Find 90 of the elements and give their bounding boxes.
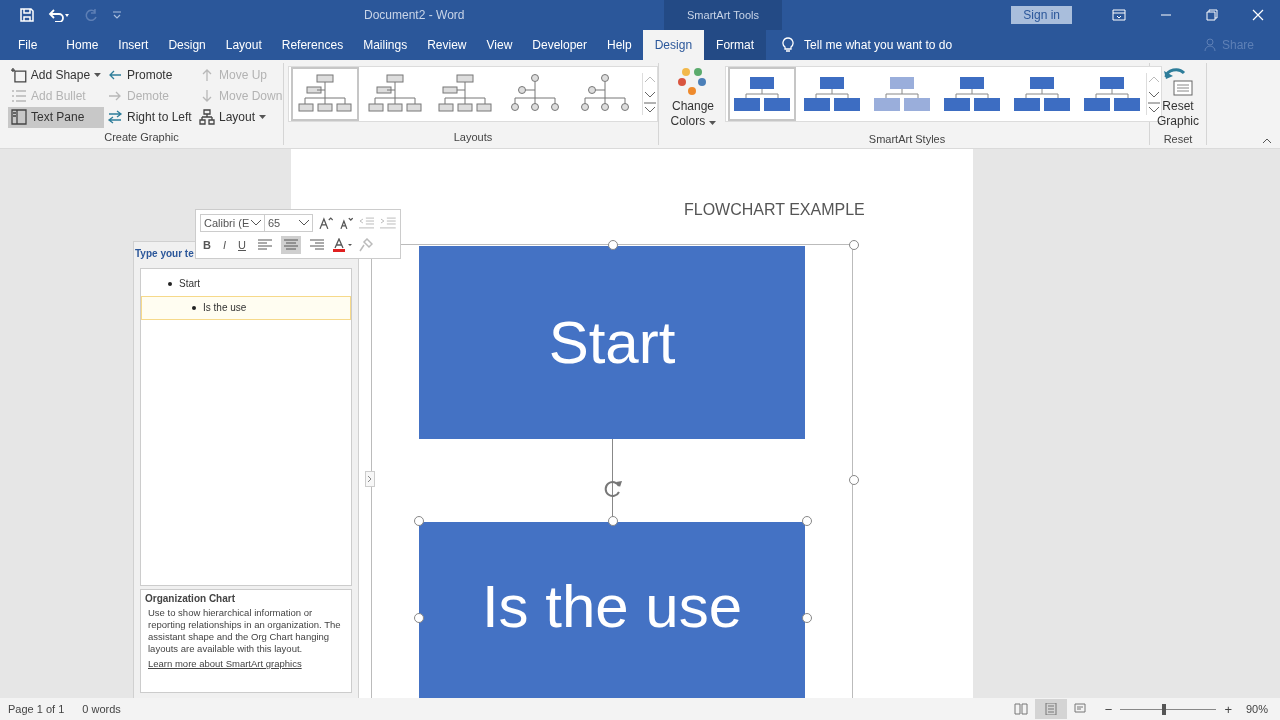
flowchart-shape[interactable]: Start	[419, 245, 805, 439]
ribbon-tab[interactable]: File	[0, 29, 56, 60]
tell-me-field[interactable]: Tell me what you want to do	[804, 37, 953, 52]
ribbon-tab[interactable]: Layout	[216, 29, 271, 60]
ribbon-tab[interactable]: Design	[642, 29, 705, 60]
list-icon	[11, 88, 27, 105]
resize-handle[interactable]	[608, 515, 618, 526]
caret-icon	[259, 115, 267, 120]
resize-handle[interactable]	[802, 515, 812, 526]
font-color-icon[interactable]	[332, 237, 353, 252]
resize-handle[interactable]	[849, 239, 859, 250]
sign-in-button[interactable]: Sign in	[1011, 5, 1072, 24]
page-icon	[1043, 703, 1058, 715]
grow-font-icon[interactable]	[319, 215, 333, 230]
resize-handle[interactable]	[414, 515, 424, 526]
web-page-icon	[1073, 703, 1088, 715]
ribbon-tab[interactable]: Format	[704, 29, 767, 60]
ribbon-tab[interactable]: References	[272, 29, 353, 60]
change-colors-button[interactable]: Change Colors	[665, 62, 721, 133]
ribbon-tab[interactable]: Home	[57, 29, 108, 60]
reset-graphic-button[interactable]: Reset Graphic	[1150, 62, 1206, 133]
more-icon[interactable]	[1147, 100, 1161, 115]
ribbon-display-icon[interactable]	[1112, 8, 1126, 21]
ribbon-button[interactable]: Layout	[196, 106, 286, 128]
resize-handle[interactable]	[414, 612, 424, 623]
resize-handle[interactable]	[608, 239, 618, 250]
zoom-level[interactable]: 90%	[1245, 703, 1280, 715]
flowchart-shape[interactable]: Is the use	[419, 521, 805, 699]
header-text: FLOWCHART EXAMPLE	[684, 200, 865, 219]
pane-icon	[11, 109, 27, 126]
ribbon-button[interactable]: Promote	[104, 64, 196, 86]
ribbon-tab[interactable]: Mailings	[354, 29, 417, 60]
align-button[interactable]	[280, 235, 301, 254]
window-title: Document2 - Word	[364, 7, 466, 22]
underline-button[interactable]: U	[235, 238, 249, 251]
font-field[interactable]: Calibri (E	[200, 213, 265, 232]
resize-handle[interactable]	[849, 474, 859, 485]
style-thumbnail[interactable]	[728, 66, 796, 121]
text-pane-editor[interactable]: Start Is the use	[140, 267, 352, 586]
person-icon	[1203, 37, 1218, 52]
color-dots-icon	[677, 66, 709, 97]
info-description: Use to show hierarchical information or reporting relationships in an organization. The assistant shape and the Org Chart hanging layouts are available with this layout.	[147, 606, 342, 655]
undo-icon[interactable]	[48, 7, 70, 22]
bullet-item[interactable]: Is the use	[141, 295, 351, 320]
page-count[interactable]: Page 1 of 1	[8, 703, 65, 715]
more-icon[interactable]	[643, 100, 657, 115]
group-label: Reset	[1163, 132, 1193, 147]
close-icon[interactable]	[1252, 8, 1264, 21]
book-icon	[1013, 703, 1028, 715]
zoom-in-button[interactable]: +	[1224, 701, 1232, 717]
ribbon-tab[interactable]: Design	[159, 29, 215, 60]
lightbulb-icon	[782, 36, 795, 53]
pane-title: Type your te	[135, 247, 195, 261]
expand-pane-icon[interactable]	[365, 470, 375, 487]
hierarchy-icon	[199, 109, 215, 126]
info-title: Organization Chart	[145, 592, 236, 604]
restore-icon[interactable]	[1206, 8, 1218, 21]
learn-more-link[interactable]: Learn more about SmartArt graphics	[145, 657, 347, 669]
shape-plus-icon	[11, 67, 27, 84]
zoom-out-button[interactable]: −	[1104, 701, 1113, 717]
caret-icon	[708, 120, 716, 125]
bold-button[interactable]: B	[200, 238, 214, 251]
layout-thumbnail[interactable]	[291, 66, 359, 121]
ribbon-button[interactable]: Add Shape	[8, 64, 104, 86]
group-label: SmartArt Styles	[867, 132, 947, 147]
font-size-field[interactable]: 65	[263, 213, 314, 232]
bullet-item[interactable]: Start	[141, 271, 351, 296]
save-icon[interactable]	[20, 7, 34, 22]
group-label: Layouts	[452, 130, 494, 145]
reset-icon	[1162, 66, 1194, 97]
ribbon-tab[interactable]: Review	[418, 29, 476, 60]
swap-arrows-icon	[107, 109, 123, 126]
ribbon-tab[interactable]: Help	[598, 29, 641, 60]
customize-icon[interactable]	[112, 9, 122, 20]
ribbon-tab[interactable]: Developer	[523, 29, 596, 60]
ribbon-tab[interactable]: View	[477, 29, 522, 60]
ribbon-tab[interactable]: Insert	[109, 29, 158, 60]
chevron-icon	[249, 218, 262, 227]
collapse-ribbon-icon[interactable]	[1262, 137, 1272, 144]
ribbon-button[interactable]: Text Pane	[8, 106, 104, 128]
group-label: Create Graphic	[103, 130, 180, 145]
resize-handle[interactable]	[802, 612, 812, 623]
italic-button[interactable]: I	[219, 238, 229, 251]
word-count[interactable]: 0 words	[82, 703, 121, 715]
ribbon-button[interactable]: Right to Left	[104, 106, 196, 128]
slider-thumb[interactable]	[1161, 703, 1166, 715]
caret-icon	[94, 73, 101, 78]
shrink-font-icon[interactable]	[338, 215, 353, 230]
chevron-icon	[298, 218, 311, 227]
context-label: SmartArt Tools	[687, 9, 759, 21]
